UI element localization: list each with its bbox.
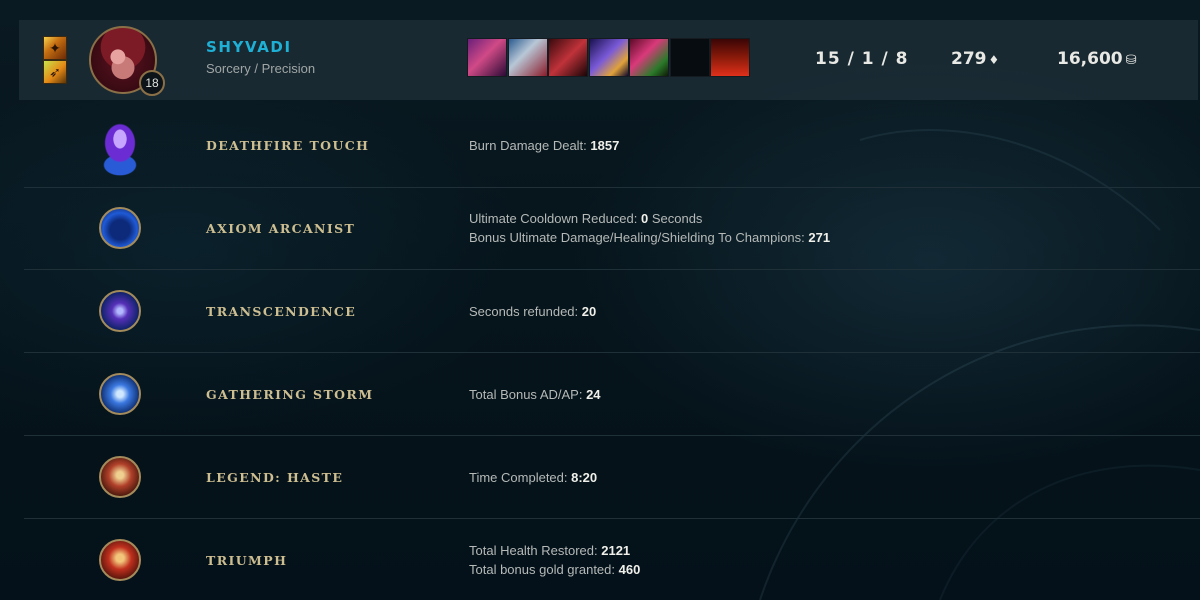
stat-label: Bonus Ultimate Damage/Healing/Shielding …: [469, 230, 809, 245]
stat-label: Total bonus gold granted:: [469, 562, 619, 577]
minion-icon: ♦: [988, 53, 1000, 67]
item-slot-2-icon[interactable]: [507, 38, 548, 77]
item-slot-6-empty: [669, 38, 710, 77]
stat-line: Total Health Restored: 2121: [469, 541, 640, 560]
stat-value: 24: [586, 387, 601, 402]
stat-label: Total Health Restored:: [469, 543, 602, 558]
gold-earned: 16,600 ⛁: [1057, 49, 1137, 69]
stat-line: Total Bonus AD/AP: 24: [469, 385, 601, 404]
stat-label: Seconds refunded:: [469, 304, 582, 319]
stat-label: Burn Damage Dealt:: [469, 138, 591, 153]
rune-stats: Burn Damage Dealt: 1857: [469, 136, 619, 155]
item-slot-3-icon[interactable]: [548, 38, 588, 77]
stat-value: 8:20: [571, 470, 598, 485]
rune-stats: Total Bonus AD/AP: 24: [469, 385, 601, 404]
stat-line: Bonus Ultimate Damage/Healing/Shielding …: [469, 228, 830, 247]
creep-score: 279 ♦: [951, 49, 999, 69]
item-slot-5-icon[interactable]: [629, 38, 669, 77]
stat-line: Burn Damage Dealt: 1857: [469, 136, 619, 155]
stat-value: 460: [618, 562, 641, 577]
champion-level-badge: 18: [139, 70, 165, 96]
ghost-spell-icon: ➶: [43, 60, 67, 84]
player-summary-row[interactable]: ✦ ➶ 18 SHYVADI Sorcery / Precision 15 / …: [19, 20, 1198, 100]
summoner-spells: ✦ ➶: [43, 36, 67, 84]
legend-haste-icon[interactable]: [99, 456, 141, 498]
rune-stats: Seconds refunded: 20: [469, 302, 596, 321]
transcendence-icon[interactable]: [99, 290, 141, 332]
stat-value: 20: [581, 304, 597, 319]
trinket-slot-icon[interactable]: [710, 38, 750, 77]
stat-value: 271: [808, 230, 831, 245]
rune-row-transcendence: TRANSCENDENCE Seconds refunded: 20: [24, 270, 1200, 353]
rune-row-triumph: TRIUMPH Total Health Restored: 2121 Tota…: [24, 519, 1200, 600]
stat-label: Total Bonus AD/AP:: [469, 387, 587, 402]
stat-line: Seconds refunded: 20: [469, 302, 596, 321]
stat-line: Total bonus gold granted: 460: [469, 560, 640, 579]
rune-row-legend-haste: LEGEND: HASTE Time Completed: 8:20: [24, 436, 1200, 519]
rune-name: LEGEND: HASTE: [206, 470, 344, 485]
item-build: [467, 38, 751, 77]
rune-name: TRANSCENDENCE: [206, 304, 357, 319]
axiom-arcanist-icon[interactable]: [99, 207, 141, 249]
stat-value: 1857: [590, 138, 620, 153]
rune-name: TRIUMPH: [206, 553, 288, 568]
gold-coins-icon: ⛁: [1125, 53, 1137, 68]
rune-stats: Time Completed: 8:20: [469, 468, 597, 487]
deathfire-touch-icon[interactable]: [92, 109, 148, 181]
gathering-storm-icon[interactable]: [99, 373, 141, 415]
rune-stats: Total Health Restored: 2121 Total bonus …: [469, 541, 640, 579]
rune-name: DEATHFIRE TOUCH: [206, 138, 370, 153]
stat-label: Ultimate Cooldown Reduced:: [469, 211, 641, 226]
kda-score: 15 / 1 / 8: [815, 49, 909, 69]
triumph-icon[interactable]: [99, 539, 141, 581]
rune-row-axiom-arcanist: AXIOM ARCANIST Ultimate Cooldown Reduced…: [24, 188, 1200, 270]
stat-line: Time Completed: 8:20: [469, 468, 597, 487]
champion-name[interactable]: SHYVADI: [206, 38, 292, 56]
rune-name: GATHERING STORM: [206, 387, 374, 402]
stat-line: Ultimate Cooldown Reduced: 0 Seconds: [469, 209, 830, 228]
creep-score-value: 279: [951, 49, 987, 69]
stat-value: 2121: [601, 543, 631, 558]
item-slot-1-icon[interactable]: [467, 38, 507, 77]
flash-spell-icon: ✦: [43, 36, 67, 60]
rune-name: AXIOM ARCANIST: [206, 221, 356, 236]
rune-row-deathfire-touch: DEATHFIRE TOUCH Burn Damage Dealt: 1857: [24, 103, 1200, 188]
rune-stats: Ultimate Cooldown Reduced: 0 Seconds Bon…: [469, 209, 830, 247]
item-slot-4-icon[interactable]: [588, 38, 629, 77]
gold-value: 16,600: [1057, 49, 1123, 69]
rune-row-gathering-storm: GATHERING STORM Total Bonus AD/AP: 24: [24, 353, 1200, 436]
stat-suffix: Seconds: [648, 211, 703, 226]
rune-paths: Sorcery / Precision: [206, 61, 316, 76]
stat-label: Time Completed:: [469, 470, 572, 485]
